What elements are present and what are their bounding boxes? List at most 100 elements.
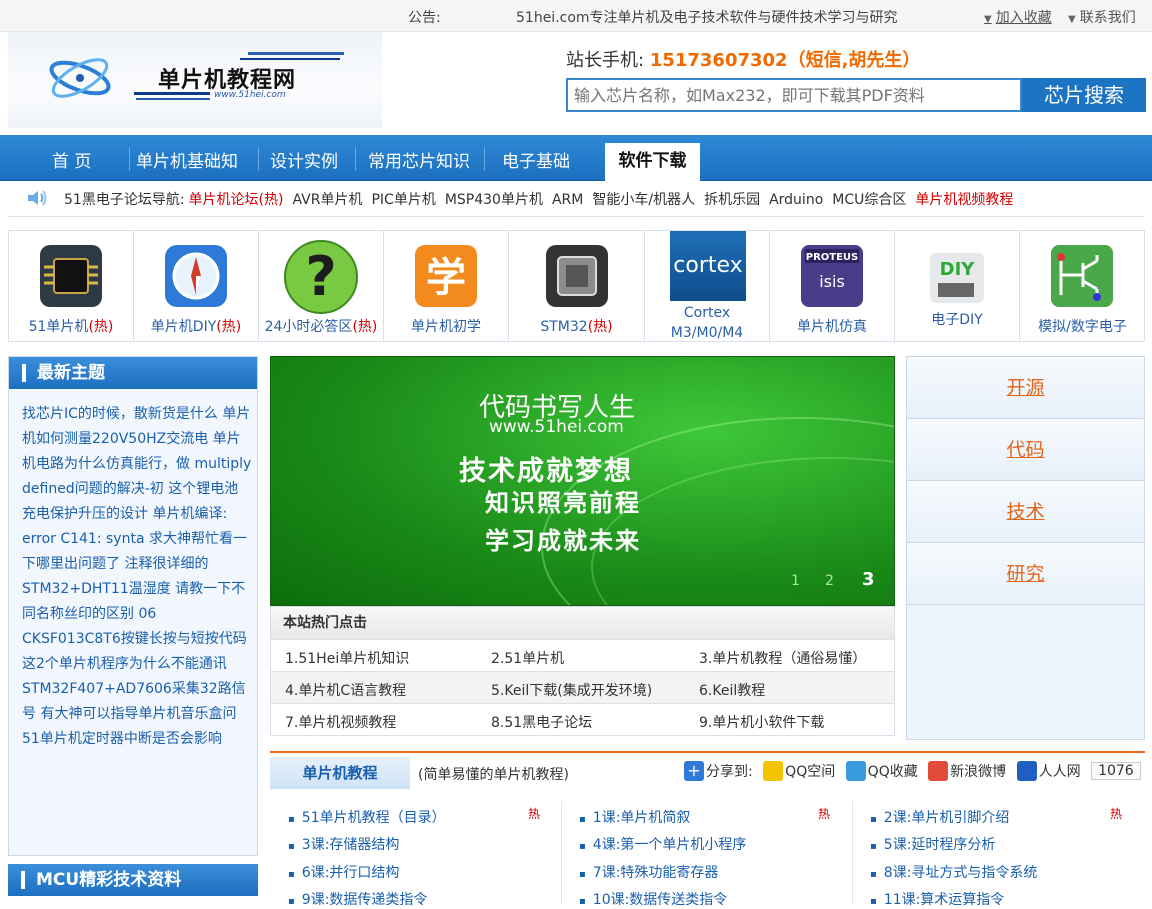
hot-link[interactable]: 4.单片机C语言教程 <box>285 680 406 700</box>
nav-item-basics[interactable]: 单片机基础知 <box>136 147 238 172</box>
qzone-icon[interactable] <box>763 761 784 781</box>
tutorial-panel: 单片机教程 (简单易懂的单片机教程) + 分享到: QQ空间 QQ收藏 新浪微博 … <box>270 751 1145 908</box>
nav-divider <box>355 147 356 171</box>
category-icon-row: 51单片机(热) 单片机DIY(热) ? 24小时必答区(热) 学 单片机初学 <box>8 230 1145 342</box>
hot-link[interactable]: 5.Keil下载(集成开发环境) <box>491 680 652 700</box>
mcu-resources-panel: MCU精彩技术资料 <box>8 864 258 904</box>
notice-text[interactable]: 51hei.com专注单片机及电子技术软件与硬件技术学习与研究 <box>516 7 898 27</box>
forum-link[interactable]: ARM <box>552 192 583 208</box>
nav-divider <box>484 147 485 171</box>
category-stm32[interactable]: STM32(热) <box>509 231 645 341</box>
forum-link[interactable]: MCU综合区 <box>832 192 906 208</box>
hot-link[interactable]: 7.单片机视频教程 <box>285 712 396 732</box>
category-24h-answers[interactable]: ? 24小时必答区(热) <box>259 231 384 341</box>
category-51mcu[interactable]: 51单片机(热) <box>9 231 134 341</box>
lesson-link[interactable]: 51单片机教程（目录） <box>288 807 446 827</box>
category-cortex[interactable]: cortex Cortex M3/M0/M4 <box>645 231 770 341</box>
forum-link[interactable]: PIC单片机 <box>371 192 435 208</box>
share-weibo[interactable]: 新浪微博 <box>950 761 1006 781</box>
category-mcu-diy[interactable]: 单片机DIY(热) <box>134 231 259 341</box>
category-analog-digital[interactable]: 模拟/数字电子 <box>1020 231 1145 341</box>
lesson-link[interactable]: 9课:数据传递类指令 <box>288 889 428 909</box>
qq-favorite-icon[interactable] <box>845 761 866 781</box>
chip-icon <box>40 245 102 307</box>
chip-search-button[interactable]: 芯片搜索 <box>1022 78 1146 112</box>
banner-line: 知识照亮前程 <box>485 489 641 517</box>
share-renren[interactable]: 人人网 <box>1039 761 1081 781</box>
share-label: 分享到: <box>706 764 753 780</box>
tag-code[interactable]: 代码 <box>907 419 1144 481</box>
svg-text:isis: isis <box>819 272 845 291</box>
lesson-link[interactable]: 11课:算术运算指令 <box>870 889 1005 909</box>
forum-link[interactable]: 智能小车/机器人 <box>592 192 695 208</box>
category-simulation[interactable]: PROTEUS isis 单片机仿真 <box>770 231 895 341</box>
hot-link[interactable]: 9.单片机小软件下载 <box>699 712 824 732</box>
hot-link[interactable]: 1.51Hei单片机知识 <box>285 648 409 668</box>
hot-link[interactable]: 8.51黑电子论坛 <box>491 712 592 732</box>
nav-item-home[interactable]: 首 页 <box>52 147 91 172</box>
lesson-link[interactable]: 8课:寻址方式与指令系统 <box>870 862 1038 882</box>
hot-mark: 热 <box>818 807 831 821</box>
header: 单片机教程网 www.51hei.com 站长手机: 15173607302（短… <box>0 32 1152 135</box>
category-label: Cortex M3/M0/M4 <box>670 305 744 341</box>
logo-stripe <box>240 58 340 60</box>
lesson-link[interactable]: 4课:第一个单片机小程序 <box>579 834 747 854</box>
forum-link[interactable]: 拆机乐园 <box>704 192 760 208</box>
banner-page-1[interactable]: 1 <box>791 573 800 589</box>
nav-divider <box>258 147 259 171</box>
lesson-link[interactable]: 10课:数据传送类指令 <box>579 889 728 909</box>
forum-link[interactable]: Arduino <box>769 192 823 208</box>
nav-item-design[interactable]: 设计实例 <box>270 147 338 172</box>
lesson-link[interactable]: 3课:存储器结构 <box>288 834 400 854</box>
nav-item-electronics[interactable]: 电子基础 <box>502 147 570 172</box>
category-label: 51单片机(热) <box>28 319 114 335</box>
contact-label[interactable]: 联系我们 <box>1080 10 1136 26</box>
share-qzone[interactable]: QQ空间 <box>785 761 835 781</box>
lesson-link[interactable]: 6课:并行口结构 <box>288 862 400 882</box>
forum-link[interactable]: 单片机视频教程 <box>915 192 1013 208</box>
pin-icon: ▼ <box>1068 14 1076 25</box>
lesson-link[interactable]: 7课:特殊功能寄存器 <box>579 862 719 882</box>
logo-stripe <box>136 98 210 100</box>
category-electronic-diy[interactable]: DIY 电子DIY <box>895 231 1020 341</box>
hot-clicks-panel: 本站热门点击 1.51Hei单片机知识 2.51单片机 3.单片机教程（通俗易懂… <box>270 606 895 736</box>
contact-link[interactable]: ▼ 联系我们 <box>1068 7 1136 27</box>
lesson-link[interactable]: 5课:延时程序分析 <box>870 834 996 854</box>
lesson-link[interactable]: 1课:单片机简叙 <box>579 807 691 827</box>
tag-technology[interactable]: 技术 <box>907 481 1144 543</box>
latest-topics-list[interactable]: 找芯片IC的时候，散新货是什么 单片机如何测量220V50HZ交流电 单片机电路… <box>22 402 252 752</box>
speaker-icon <box>28 190 47 206</box>
tag-research[interactable]: 研究 <box>907 543 1144 605</box>
weibo-icon[interactable] <box>928 761 949 781</box>
hot-link[interactable]: 2.51单片机 <box>491 648 564 668</box>
learn-icon: 学 <box>415 245 477 307</box>
banner-page-3[interactable]: 3 <box>862 569 875 590</box>
add-favorite-label[interactable]: 加入收藏 <box>996 10 1052 26</box>
hot-link[interactable]: 6.Keil教程 <box>699 680 765 700</box>
site-logo[interactable]: 单片机教程网 www.51hei.com <box>8 32 382 128</box>
nav-item-chips[interactable]: 常用芯片知识 <box>368 147 470 172</box>
forum-link[interactable]: AVR单片机 <box>292 192 362 208</box>
hot-link[interactable]: 3.单片机教程（通俗易懂） <box>699 648 866 668</box>
banner-line: www.51hei.com <box>489 417 624 437</box>
nav-item-software-download[interactable]: 软件下载 <box>605 143 700 181</box>
tag-open-source[interactable]: 开源 <box>907 357 1144 419</box>
forum-link[interactable]: MSP430单片机 <box>445 192 543 208</box>
share-qq-favorite[interactable]: QQ收藏 <box>868 761 918 781</box>
banner-page-2[interactable]: 2 <box>825 573 834 589</box>
proteus-icon: PROTEUS isis <box>801 245 863 307</box>
promo-banner[interactable]: 代码书写人生 www.51hei.com 技术成就梦想 知识照亮前程 学习成就未… <box>270 356 895 606</box>
main-nav: 首 页 单片机基础知 设计实例 常用芯片知识 电子基础 软件下载 <box>0 135 1152 181</box>
category-beginner[interactable]: 学 单片机初学 <box>384 231 509 341</box>
lesson-link[interactable]: 2课:单片机引脚介绍 <box>870 807 1010 827</box>
tag-panel: 开源 代码 技术 研究 <box>906 356 1145 740</box>
svg-text:?: ? <box>305 245 336 308</box>
mcu-resources-title: MCU精彩技术资料 <box>8 864 258 896</box>
renren-icon[interactable] <box>1016 761 1037 781</box>
forum-link[interactable]: 单片机论坛(热) <box>189 192 284 208</box>
chip-search-input[interactable] <box>566 78 1022 112</box>
add-favorite-link[interactable]: ▼ 加入收藏 <box>984 7 1052 27</box>
compass-icon <box>165 245 227 307</box>
tab-mcu-tutorial[interactable]: 单片机教程 <box>270 757 410 789</box>
svg-text:PROTEUS: PROTEUS <box>806 252 859 263</box>
